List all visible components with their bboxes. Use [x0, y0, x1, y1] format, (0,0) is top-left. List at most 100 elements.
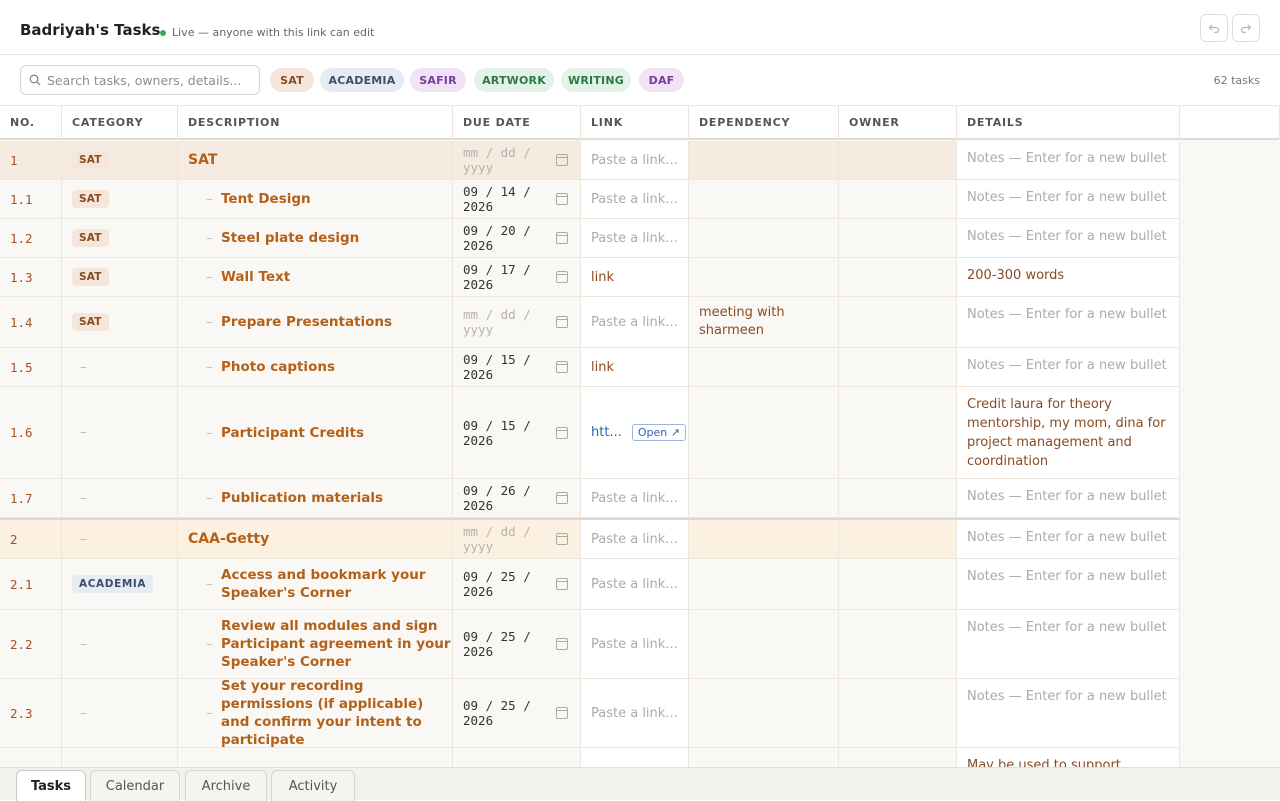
due-date-input[interactable]: mm / dd / yyyy [453, 141, 581, 179]
calendar-icon[interactable] [556, 316, 568, 328]
category-cell[interactable]: – [62, 479, 178, 517]
link-input[interactable]: link [581, 348, 689, 386]
calendar-icon[interactable] [556, 578, 568, 590]
calendar-icon[interactable] [556, 533, 568, 545]
details-input[interactable]: Notes — Enter for a new bullet [957, 219, 1180, 257]
column-header-category[interactable]: CATEGORY [62, 106, 178, 140]
link-input[interactable]: link [581, 258, 689, 296]
due-date-input[interactable]: 09 / 14 / 2026 [453, 180, 581, 218]
link-input[interactable]: Paste a link... [581, 297, 689, 347]
due-date-input[interactable]: 09 / 26 / 2026 [453, 479, 581, 517]
category-cell[interactable]: – [62, 387, 178, 478]
filter-chip-artwork[interactable]: ARTWORK [474, 68, 554, 92]
due-date-input[interactable]: mm / dd / yyyy [453, 297, 581, 347]
details-input[interactable]: Notes — Enter for a new bullet [957, 520, 1180, 558]
category-cell[interactable]: ACADEMIA [62, 559, 178, 609]
due-date-input[interactable]: 09 / 20 / 2026 [453, 219, 581, 257]
dependency-input[interactable] [689, 387, 839, 478]
calendar-icon[interactable] [556, 271, 568, 283]
link-input[interactable]: Paste a link... [581, 141, 689, 179]
due-date-input[interactable]: 09 / 17 / 2026 [453, 258, 581, 296]
dependency-input[interactable] [689, 258, 839, 296]
undo-button[interactable] [1200, 14, 1228, 42]
task-description[interactable]: Photo captions [178, 348, 453, 386]
due-date-input[interactable]: 09 / 25 / 2026 [453, 559, 581, 609]
dependency-input[interactable] [689, 610, 839, 678]
details-input[interactable]: Notes — Enter for a new bullet [957, 679, 1180, 747]
details-input[interactable]: Notes — Enter for a new bullet [957, 479, 1180, 517]
due-date-input[interactable]: 09 / 25 / 2026 [453, 610, 581, 678]
owner-input[interactable] [839, 141, 957, 179]
filter-chip-safir[interactable]: SAFIR [410, 68, 466, 92]
task-description[interactable]: Wall Text [178, 258, 453, 296]
category-cell[interactable]: – [62, 610, 178, 678]
calendar-icon[interactable] [556, 361, 568, 373]
dependency-input[interactable] [689, 141, 839, 179]
dependency-input[interactable] [689, 219, 839, 257]
owner-input[interactable] [839, 559, 957, 609]
filter-chip-sat[interactable]: SAT [270, 68, 314, 92]
owner-input[interactable] [839, 180, 957, 218]
task-description[interactable]: Participant Credits [178, 387, 453, 478]
calendar-icon[interactable] [556, 154, 568, 166]
link-input[interactable]: Paste a link... [581, 479, 689, 517]
task-description[interactable]: Access and bookmark your Speaker's Corne… [178, 559, 453, 609]
column-header-link[interactable]: LINK [581, 106, 689, 140]
column-header-description[interactable]: DESCRIPTION [178, 106, 453, 140]
details-input[interactable]: Credit laura for theory mentorship, my m… [957, 387, 1180, 478]
owner-input[interactable] [839, 387, 957, 478]
calendar-icon[interactable] [556, 638, 568, 650]
details-input[interactable]: Notes — Enter for a new bullet [957, 348, 1180, 386]
task-description[interactable]: Publication materials [178, 479, 453, 517]
task-description[interactable]: CAA-Getty [178, 520, 453, 558]
owner-input[interactable] [839, 610, 957, 678]
tab-calendar[interactable]: Calendar [90, 770, 180, 801]
task-description[interactable]: Steel plate design [178, 219, 453, 257]
owner-input[interactable] [839, 258, 957, 296]
details-input[interactable]: May be used to support funding [957, 748, 1180, 767]
task-description[interactable]: SAT [178, 141, 453, 179]
category-cell[interactable]: – [62, 348, 178, 386]
dependency-input[interactable] [689, 520, 839, 558]
task-description[interactable]: Download your CAA Letter of [178, 748, 453, 767]
calendar-icon[interactable] [556, 707, 568, 719]
category-cell[interactable] [62, 748, 178, 767]
category-cell[interactable]: SAT [62, 297, 178, 347]
filter-chip-writing[interactable]: WRITING [561, 68, 631, 92]
link-input[interactable]: Paste a link... [581, 679, 689, 747]
dependency-input[interactable]: meeting with sharmeen [689, 297, 839, 347]
details-input[interactable]: Notes — Enter for a new bullet [957, 610, 1180, 678]
category-cell[interactable]: SAT [62, 258, 178, 296]
tab-archive[interactable]: Archive [185, 770, 267, 801]
filter-chip-daf[interactable]: DAF [639, 68, 684, 92]
dependency-input[interactable] [689, 479, 839, 517]
link-input[interactable]: Paste a link... [581, 180, 689, 218]
owner-input[interactable] [839, 748, 957, 767]
details-input[interactable]: Notes — Enter for a new bullet [957, 297, 1180, 347]
calendar-icon[interactable] [556, 193, 568, 205]
category-cell[interactable]: SAT [62, 180, 178, 218]
owner-input[interactable] [839, 297, 957, 347]
owner-input[interactable] [839, 679, 957, 747]
dependency-input[interactable] [689, 348, 839, 386]
column-header-dependency[interactable]: DEPENDENCY [689, 106, 839, 140]
dependency-input[interactable] [689, 748, 839, 767]
owner-input[interactable] [839, 479, 957, 517]
due-date-input[interactable] [453, 748, 581, 767]
details-input[interactable]: Notes — Enter for a new bullet [957, 559, 1180, 609]
calendar-icon[interactable] [556, 232, 568, 244]
column-header-no[interactable]: NO. [0, 106, 62, 140]
link-input[interactable] [581, 748, 689, 767]
task-description[interactable]: Prepare Presentations [178, 297, 453, 347]
details-input[interactable]: Notes — Enter for a new bullet [957, 141, 1180, 179]
due-date-input[interactable]: 09 / 15 / 2026 [453, 387, 581, 478]
dependency-input[interactable] [689, 559, 839, 609]
task-description[interactable]: Set your recording permissions (if appli… [178, 678, 453, 748]
link-input[interactable]: Paste a link... [581, 219, 689, 257]
open-link-button[interactable]: Open ↗ [631, 424, 686, 441]
dependency-input[interactable] [689, 180, 839, 218]
category-cell[interactable]: – [62, 679, 178, 747]
dependency-input[interactable] [689, 679, 839, 747]
calendar-icon[interactable] [556, 492, 568, 504]
search-input[interactable] [47, 72, 247, 88]
